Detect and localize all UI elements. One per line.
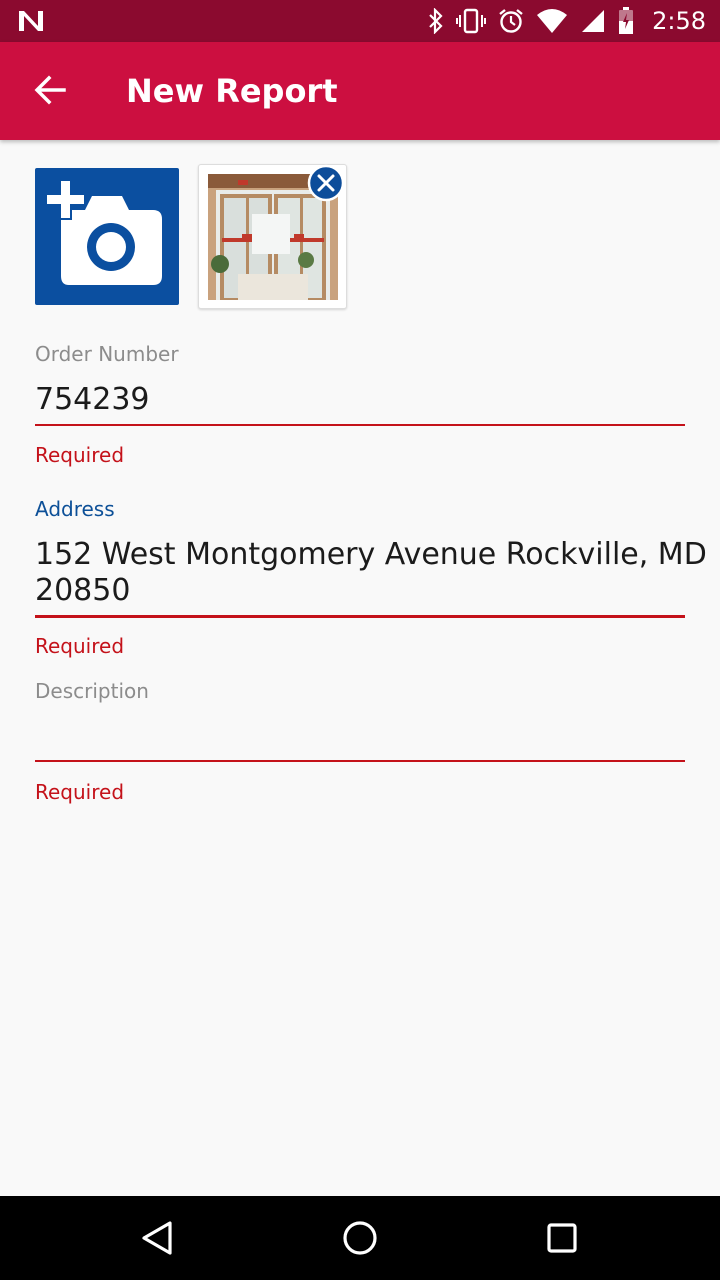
battery-icon xyxy=(619,7,634,34)
address-line-1: 152 West Montgomery Avenue Rockville, MD xyxy=(35,537,707,572)
address-input[interactable]: 152 West Montgomery Avenue Rockville, MD… xyxy=(35,537,707,609)
alarm-icon xyxy=(499,9,523,33)
add-photo-button[interactable] xyxy=(35,168,179,305)
description-input[interactable] xyxy=(35,712,685,754)
close-circle-icon[interactable] xyxy=(307,164,345,202)
address-underline xyxy=(35,615,685,618)
add-camera-icon xyxy=(45,180,162,285)
bluetooth-icon xyxy=(429,8,443,34)
address-label: Address xyxy=(35,497,115,521)
recents-square-icon[interactable] xyxy=(542,1218,582,1258)
photo-thumbnail[interactable] xyxy=(198,164,347,309)
page-title: New Report xyxy=(126,72,338,110)
order-number-underline xyxy=(35,424,685,426)
back-triangle-icon[interactable] xyxy=(138,1218,178,1258)
description-error: Required xyxy=(35,780,125,804)
home-circle-icon[interactable] xyxy=(340,1218,380,1258)
notification-n-icon xyxy=(19,11,43,31)
description-underline xyxy=(35,760,685,762)
system-nav-bar xyxy=(0,1196,720,1280)
cellular-icon xyxy=(582,10,605,32)
order-number-input[interactable]: 754239 xyxy=(35,382,150,418)
order-number-label: Order Number xyxy=(35,342,179,366)
back-arrow-icon[interactable] xyxy=(32,72,68,108)
clock: 2:58 xyxy=(652,7,706,35)
address-line-2: 20850 xyxy=(35,573,131,608)
status-bar: 2:58 xyxy=(0,0,720,42)
description-label: Description xyxy=(35,679,149,703)
address-error: Required xyxy=(35,634,125,658)
order-number-error: Required xyxy=(35,443,125,467)
vibrate-icon xyxy=(456,8,487,34)
app-bar: New Report xyxy=(0,42,720,140)
wifi-icon xyxy=(537,9,568,33)
